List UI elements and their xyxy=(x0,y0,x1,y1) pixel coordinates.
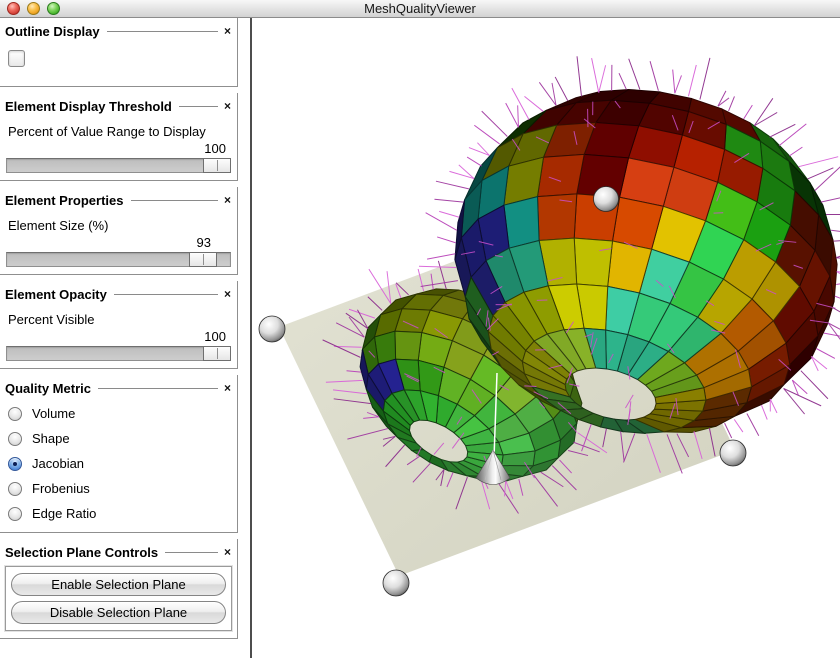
panel-rule xyxy=(131,200,218,201)
panel-close-icon[interactable]: × xyxy=(223,194,232,206)
panel-element-display-threshold: Element Display Threshold × Percent of V… xyxy=(0,93,238,181)
radio-icon[interactable] xyxy=(8,507,22,521)
panel-title: Element Opacity xyxy=(5,287,107,302)
selection-plane-handle-2[interactable] xyxy=(720,440,746,466)
panel-selection-plane-controls: Selection Plane Controls × Enable Select… xyxy=(0,539,238,639)
radio-label: Edge Ratio xyxy=(32,506,96,521)
radio-icon[interactable] xyxy=(8,482,22,496)
radio-icon[interactable] xyxy=(8,432,22,446)
sidebar-viewport-divider xyxy=(250,17,252,658)
panel-quality-metric: Quality Metric × Volume Shape Jacobian F… xyxy=(0,375,238,533)
radio-edge-ratio[interactable]: Edge Ratio xyxy=(8,501,232,526)
panel-title: Element Properties xyxy=(5,193,124,208)
radio-shape[interactable]: Shape xyxy=(8,426,232,451)
radio-label: Frobenius xyxy=(32,481,90,496)
radio-frobenius[interactable]: Frobenius xyxy=(8,476,232,501)
render-viewport[interactable] xyxy=(253,17,840,658)
radio-label: Jacobian xyxy=(32,456,84,471)
disable-selection-plane-button[interactable]: Disable Selection Plane xyxy=(11,601,226,624)
panel-title: Outline Display xyxy=(5,24,100,39)
slider-thumb[interactable] xyxy=(203,346,231,361)
panel-close-icon[interactable]: × xyxy=(223,546,232,558)
radio-volume[interactable]: Volume xyxy=(8,401,232,426)
window-title: MeshQualityViewer xyxy=(0,1,840,16)
radio-icon[interactable] xyxy=(8,457,22,471)
outline-display-checkbox[interactable] xyxy=(8,50,25,67)
element-size-label: Element Size (%) xyxy=(8,218,232,234)
panel-element-opacity: Element Opacity × Percent Visible 100 xyxy=(0,281,238,369)
selection-plane-handle-3[interactable] xyxy=(383,570,409,596)
radio-label: Shape xyxy=(32,431,70,446)
slider-thumb[interactable] xyxy=(189,252,217,267)
radio-jacobian[interactable]: Jacobian xyxy=(8,451,232,476)
panel-rule xyxy=(98,388,218,389)
slider-track[interactable] xyxy=(6,158,231,173)
slider-thumb[interactable] xyxy=(203,158,231,173)
threshold-value: 100 xyxy=(204,141,226,156)
element-size-slider[interactable] xyxy=(6,252,231,267)
percent-visible-value: 100 xyxy=(204,329,226,344)
panel-close-icon[interactable]: × xyxy=(223,100,232,112)
slider-track[interactable] xyxy=(6,346,231,361)
percent-visible-slider[interactable] xyxy=(6,346,231,361)
panel-close-icon[interactable]: × xyxy=(223,382,232,394)
panel-rule xyxy=(114,294,218,295)
percent-visible-label: Percent Visible xyxy=(8,312,232,328)
panel-outline-display: Outline Display × xyxy=(0,18,238,87)
panel-close-icon[interactable]: × xyxy=(223,288,232,300)
radio-icon[interactable] xyxy=(8,407,22,421)
radio-label: Volume xyxy=(32,406,75,421)
element-size-value: 93 xyxy=(197,235,211,250)
title-bar: MeshQualityViewer xyxy=(0,0,840,18)
panel-rule xyxy=(165,552,218,553)
threshold-label: Percent of Value Range to Display xyxy=(8,124,232,140)
mesh-scene[interactable] xyxy=(253,17,840,658)
selection-plane-handle-1[interactable] xyxy=(594,187,619,212)
panel-title: Quality Metric xyxy=(5,381,91,396)
enable-selection-plane-button[interactable]: Enable Selection Plane xyxy=(11,573,226,596)
selection-plane-handle-0[interactable] xyxy=(259,316,285,342)
selection-plane-button-box: Enable Selection Plane Disable Selection… xyxy=(5,566,232,631)
control-sidebar: Outline Display × Element Display Thresh… xyxy=(0,18,240,658)
panel-rule xyxy=(107,31,218,32)
panel-close-icon[interactable]: × xyxy=(223,25,232,37)
panel-rule xyxy=(179,106,218,107)
panel-element-properties: Element Properties × Element Size (%) 93 xyxy=(0,187,238,275)
panel-title: Element Display Threshold xyxy=(5,99,172,114)
threshold-slider[interactable] xyxy=(6,158,231,173)
panel-title: Selection Plane Controls xyxy=(5,545,158,560)
